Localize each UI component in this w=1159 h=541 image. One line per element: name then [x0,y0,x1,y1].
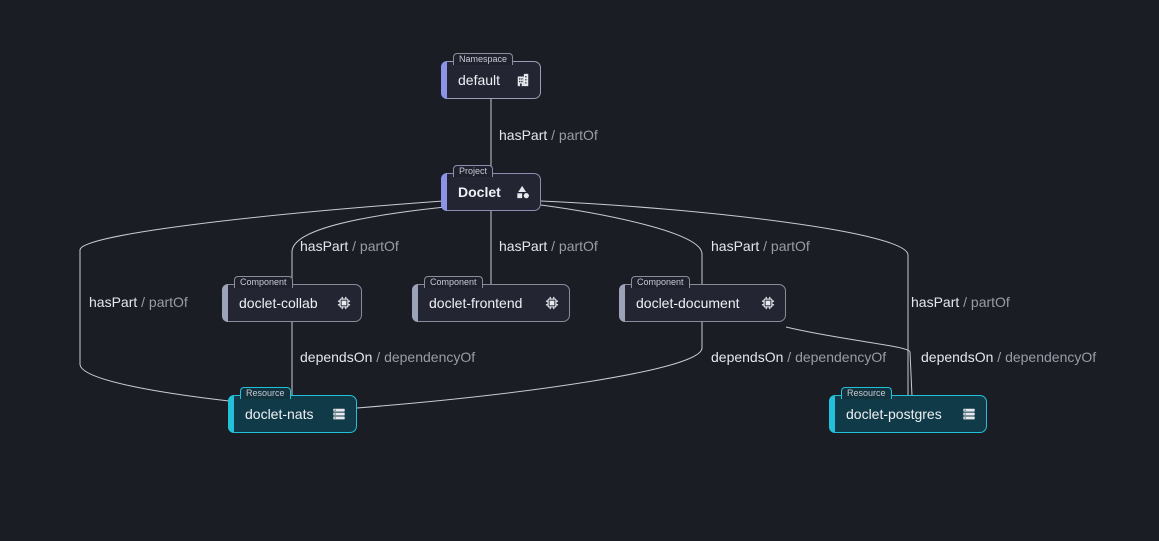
chip-icon [545,296,559,310]
server-icon [332,407,346,421]
edge-label-project-collab: hasPart / partOf [300,238,399,254]
shapes-icon [516,185,530,199]
server-icon [962,407,976,421]
edge-label-collab-nats: dependsOn / dependencyOf [300,349,476,365]
node-label: doclet-frontend [429,295,523,311]
node-namespace-default[interactable]: Namespace default [441,53,541,99]
node-project-doclet[interactable]: Project Doclet [441,165,541,211]
edge-label-document-nats: dependsOn / dependencyOf [711,349,887,365]
node-type-badge: Component [234,276,293,288]
node-label: Doclet [458,184,501,200]
edge-label-project-postgres: hasPart / partOf [911,294,1010,310]
node-resource-postgres[interactable]: Resource doclet-postgres [829,387,987,433]
chip-icon [761,296,775,310]
node-type-badge: Namespace [453,53,514,65]
node-component-frontend[interactable]: Component doclet-frontend [412,276,570,322]
node-type-badge: Resource [841,387,892,399]
node-resource-nats[interactable]: Resource doclet-nats [228,387,357,433]
node-label: doclet-nats [245,406,314,422]
building-icon [516,73,530,87]
edge-document-nats[interactable] [356,322,703,409]
chip-icon [337,296,351,310]
edge-label-project-frontend: hasPart / partOf [499,238,598,254]
edge-label-document-postgres: dependsOn / dependencyOf [921,349,1097,365]
node-type-badge: Resource [240,387,291,399]
node-label: doclet-postgres [846,406,942,422]
edge-layer [79,99,913,409]
node-label: doclet-collab [239,295,318,311]
node-type-badge: Project [453,165,494,177]
edge-label-default-project: hasPart / partOf [499,127,598,143]
node-component-collab[interactable]: Component doclet-collab [222,276,362,322]
edge-label-project-document: hasPart / partOf [711,238,810,254]
node-type-badge: Component [424,276,483,288]
node-type-badge: Component [631,276,690,288]
node-label: doclet-document [636,295,740,311]
edge-label-project-nats: hasPart / partOf [89,294,188,310]
node-label: default [458,72,501,88]
node-component-document[interactable]: Component doclet-document [619,276,786,322]
